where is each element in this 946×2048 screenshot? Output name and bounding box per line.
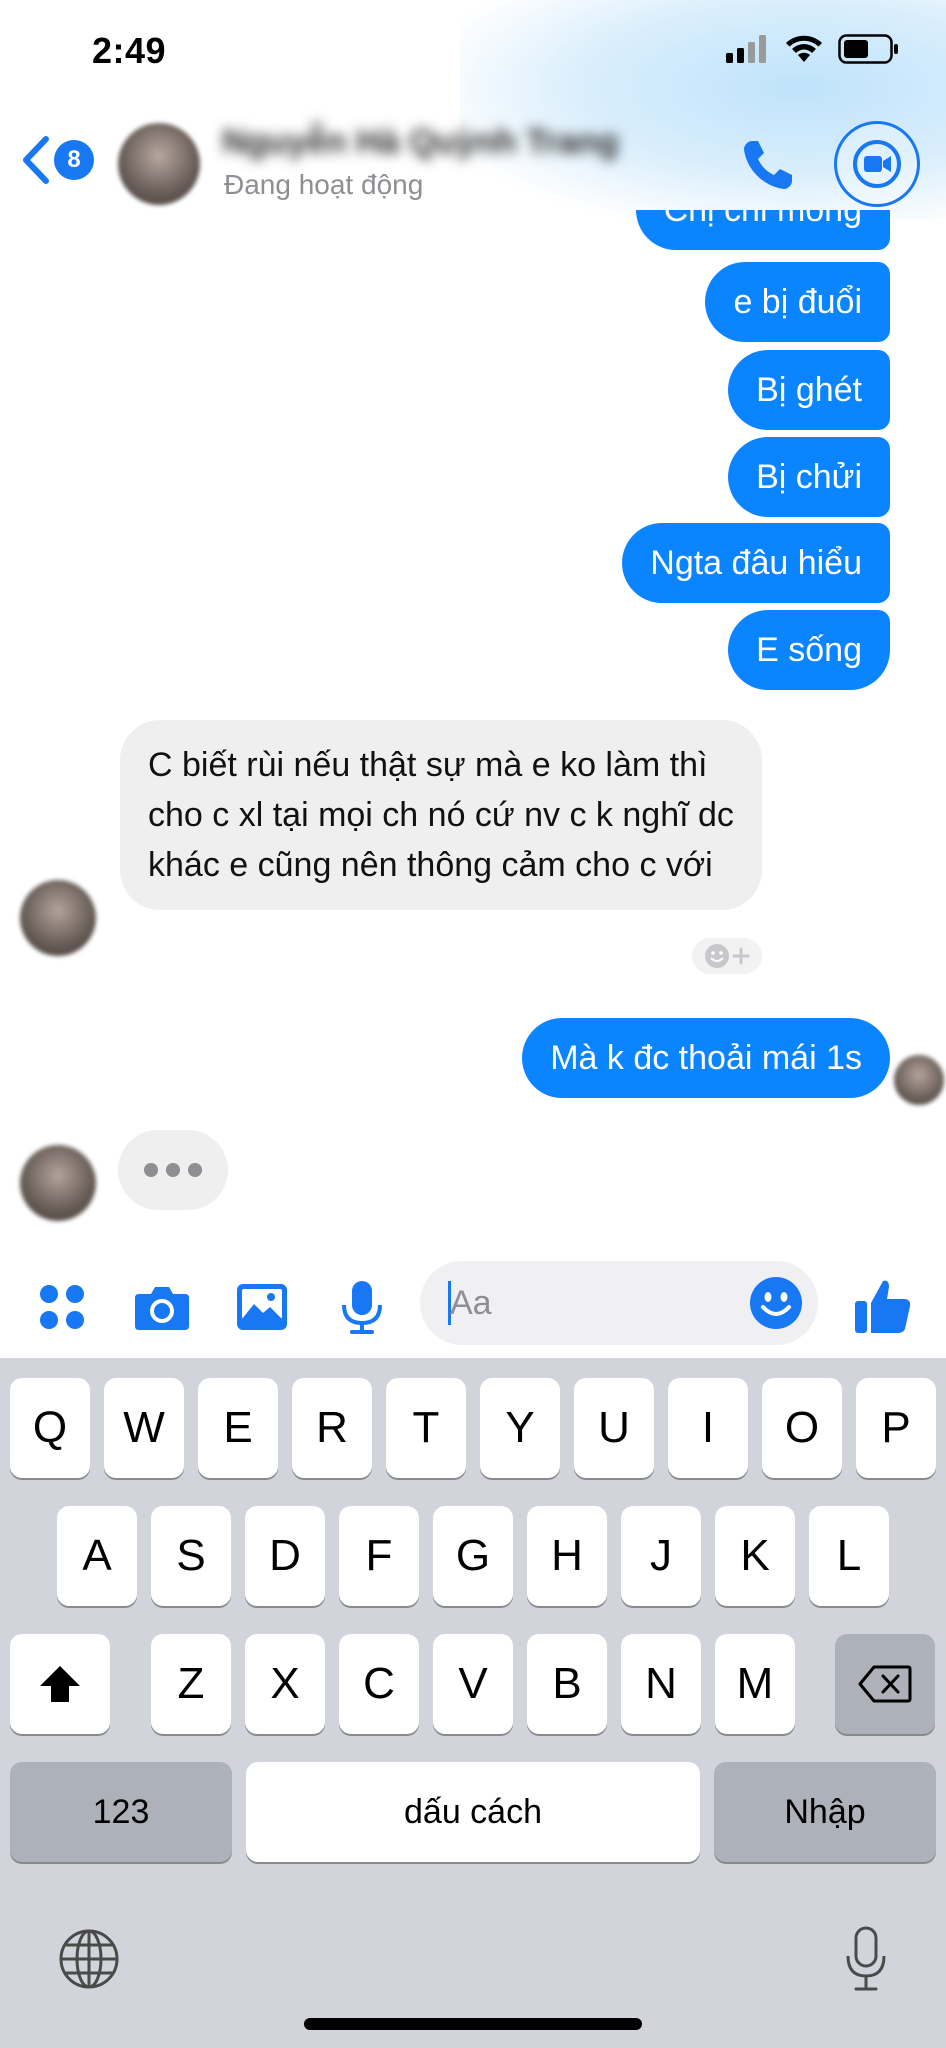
thumbs-up-icon bbox=[855, 1280, 911, 1333]
status-bar: 2:49 bbox=[0, 0, 946, 105]
backspace-key[interactable] bbox=[835, 1634, 935, 1734]
contact-status: Đang hoạt động bbox=[224, 169, 424, 200]
key-l[interactable]: L bbox=[809, 1506, 889, 1606]
typing-dot bbox=[188, 1163, 202, 1177]
more-actions-button[interactable] bbox=[32, 1277, 92, 1337]
key-g[interactable]: G bbox=[433, 1506, 513, 1606]
camera-icon bbox=[135, 1287, 189, 1330]
phone-icon bbox=[744, 141, 792, 189]
message-outgoing[interactable]: E sống bbox=[728, 610, 890, 690]
key-e[interactable]: E bbox=[198, 1378, 278, 1478]
key-o[interactable]: O bbox=[762, 1378, 842, 1478]
voice-message-button[interactable] bbox=[332, 1277, 392, 1337]
wifi-icon bbox=[786, 35, 822, 62]
key-x[interactable]: X bbox=[245, 1634, 325, 1734]
home-indicator[interactable] bbox=[304, 2018, 642, 2030]
key-t[interactable]: T bbox=[386, 1378, 466, 1478]
contact-name[interactable]: Nguyễn Hà Quỳnh Trang bbox=[222, 123, 692, 167]
message-input[interactable] bbox=[450, 1275, 740, 1331]
key-v[interactable]: V bbox=[433, 1634, 513, 1734]
message-incoming[interactable]: C biết rùi nếu thật sự mà e ko làm thì c… bbox=[120, 720, 762, 910]
key-y[interactable]: Y bbox=[480, 1378, 560, 1478]
keyboard: Q W E R T Y U I O P A S D F G H J K L Z … bbox=[0, 1358, 946, 2048]
smiley-plus-icon bbox=[705, 944, 750, 968]
key-n[interactable]: N bbox=[621, 1634, 701, 1734]
key-u[interactable]: U bbox=[574, 1378, 654, 1478]
back-button[interactable]: 8 bbox=[20, 135, 94, 185]
globe-icon bbox=[59, 1929, 119, 1989]
conversation-header: 8 Nguyễn Hà Quỳnh Trang Đang hoạt động bbox=[0, 105, 946, 225]
status-icons bbox=[726, 34, 900, 64]
shift-key[interactable] bbox=[10, 1634, 110, 1734]
chevron-left-icon bbox=[23, 136, 49, 184]
typing-dot bbox=[144, 1163, 158, 1177]
key-i[interactable]: I bbox=[668, 1378, 748, 1478]
key-k[interactable]: K bbox=[715, 1506, 795, 1606]
key-r[interactable]: R bbox=[292, 1378, 372, 1478]
image-icon bbox=[237, 1284, 287, 1330]
key-q[interactable]: Q bbox=[10, 1378, 90, 1478]
typing-indicator bbox=[118, 1130, 228, 1210]
message-outgoing[interactable]: Bị chửi bbox=[728, 437, 890, 517]
message-outgoing[interactable]: e bị đuổi bbox=[705, 262, 890, 342]
dictation-button[interactable] bbox=[844, 1926, 888, 1997]
contact-avatar[interactable] bbox=[118, 123, 200, 205]
seen-avatar bbox=[894, 1055, 944, 1105]
key-f[interactable]: F bbox=[339, 1506, 419, 1606]
numbers-key[interactable]: 123 bbox=[10, 1762, 232, 1862]
signal-icon bbox=[726, 35, 766, 63]
key-c[interactable]: C bbox=[339, 1634, 419, 1734]
battery-icon bbox=[838, 34, 898, 64]
message-outgoing[interactable]: Ngta đâu hiểu bbox=[622, 523, 890, 603]
backspace-icon bbox=[858, 1665, 912, 1703]
voice-call-button[interactable] bbox=[738, 135, 798, 195]
key-p[interactable]: P bbox=[856, 1378, 936, 1478]
key-m[interactable]: M bbox=[715, 1634, 795, 1734]
video-camera-icon bbox=[853, 140, 901, 188]
typing-dot bbox=[166, 1163, 180, 1177]
key-b[interactable]: B bbox=[527, 1634, 607, 1734]
microphone-icon bbox=[846, 1926, 886, 1991]
key-d[interactable]: D bbox=[245, 1506, 325, 1606]
add-reaction-button[interactable] bbox=[690, 936, 764, 976]
key-w[interactable]: W bbox=[104, 1378, 184, 1478]
unread-badge: 8 bbox=[54, 140, 94, 180]
message-input-container[interactable] bbox=[420, 1261, 818, 1345]
gallery-button[interactable] bbox=[232, 1277, 292, 1337]
video-call-button[interactable] bbox=[834, 121, 920, 207]
key-s[interactable]: S bbox=[151, 1506, 231, 1606]
key-z[interactable]: Z bbox=[151, 1634, 231, 1734]
key-a[interactable]: A bbox=[57, 1506, 137, 1606]
message-outgoing[interactable]: Mà k đc thoải mái 1s bbox=[522, 1018, 890, 1098]
emoji-icon[interactable] bbox=[748, 1275, 804, 1331]
key-h[interactable]: H bbox=[527, 1506, 607, 1606]
sender-avatar[interactable] bbox=[20, 880, 96, 956]
microphone-icon bbox=[342, 1281, 382, 1334]
like-button[interactable] bbox=[848, 1277, 918, 1337]
camera-button[interactable] bbox=[132, 1277, 192, 1337]
chat-thread[interactable]: Chị chỉ mong e bị đuổi Bị ghét Bị chửi N… bbox=[0, 210, 946, 1260]
sender-avatar[interactable] bbox=[20, 1145, 96, 1221]
return-key[interactable]: Nhập bbox=[714, 1762, 936, 1862]
grid-icon bbox=[40, 1285, 84, 1329]
status-time: 2:49 bbox=[92, 30, 167, 71]
message-outgoing[interactable]: Bị ghét bbox=[728, 350, 890, 430]
message-outgoing[interactable]: Chị chỉ mong bbox=[635, 210, 890, 250]
language-switch-button[interactable] bbox=[58, 1928, 120, 1995]
message-composer bbox=[0, 1255, 946, 1355]
shift-arrow-icon bbox=[40, 1666, 80, 1702]
key-j[interactable]: J bbox=[621, 1506, 701, 1606]
space-key[interactable]: dấu cách bbox=[246, 1762, 700, 1862]
